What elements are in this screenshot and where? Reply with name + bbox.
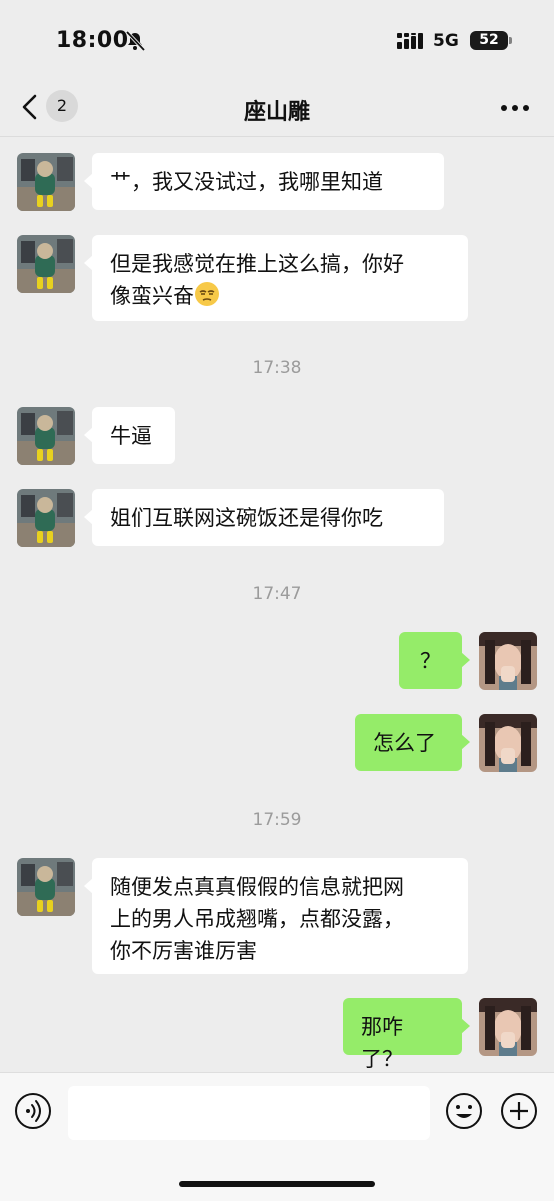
sleepy-face-emoji-icon — [195, 282, 219, 306]
my-avatar[interactable] — [479, 714, 537, 772]
chat-header: 2 座山雕 — [0, 80, 554, 137]
battery-cap — [509, 37, 512, 44]
voice-icon[interactable] — [14, 1092, 52, 1130]
chat-title: 座山雕 — [243, 100, 310, 125]
message-input[interactable] — [68, 1086, 430, 1140]
contact-avatar-image — [17, 489, 75, 547]
message-bubble-outgoing[interactable]: 那咋了？ — [343, 998, 470, 1071]
network-type: 5G — [433, 31, 459, 51]
my-avatar-image — [479, 714, 537, 772]
contact-avatar[interactable] — [17, 235, 75, 293]
message-bubble-outgoing[interactable]: 怎么了 — [355, 714, 470, 771]
message-bubble-incoming[interactable]: 牛逼 — [84, 407, 175, 464]
contact-avatar-image — [17, 235, 75, 293]
message-bubble-incoming[interactable]: 但是我感觉在推上这么搞，你好 像蛮兴奋 — [84, 235, 468, 321]
home-indicator[interactable] — [179, 1181, 375, 1187]
message-timestamp: 17:59 — [252, 810, 302, 830]
my-avatar[interactable] — [479, 632, 537, 690]
more-icon[interactable] — [500, 104, 530, 112]
bell-muted-icon — [125, 30, 146, 52]
message-timestamp: 17:38 — [252, 358, 302, 378]
contact-avatar-image — [17, 153, 75, 211]
signal-icon — [397, 33, 423, 49]
my-avatar[interactable] — [479, 998, 537, 1056]
emoji-icon[interactable] — [445, 1092, 483, 1130]
contact-avatar[interactable] — [17, 407, 75, 465]
contact-avatar[interactable] — [17, 153, 75, 211]
contact-avatar[interactable] — [17, 858, 75, 916]
my-avatar-image — [479, 998, 537, 1056]
message-timestamp: 17:47 — [252, 584, 302, 604]
contact-avatar[interactable] — [17, 489, 75, 547]
status-time: 18:00 — [56, 28, 129, 53]
plus-icon[interactable] — [500, 1092, 538, 1130]
message-bubble-outgoing[interactable]: ？ — [399, 632, 470, 689]
contact-avatar-image — [17, 407, 75, 465]
message-bubble-incoming[interactable]: 随便发点真真假假的信息就把网 上的男人吊成翘嘴，点都没露， 你不厉害谁厉害 — [84, 858, 468, 974]
battery-level: 52 — [470, 31, 508, 50]
message-bubble-incoming[interactable]: 姐们互联网这碗饭还是得你吃 — [84, 489, 444, 546]
my-avatar-image — [479, 632, 537, 690]
contact-avatar-image — [17, 858, 75, 916]
message-bubble-incoming[interactable]: 艹，我又没试过，我哪里知道 — [84, 153, 444, 210]
status-bar: 18:00 5G 52 — [0, 0, 554, 80]
message-text: 但是我感觉在推上这么搞，你好 像蛮兴奋 — [110, 252, 404, 308]
